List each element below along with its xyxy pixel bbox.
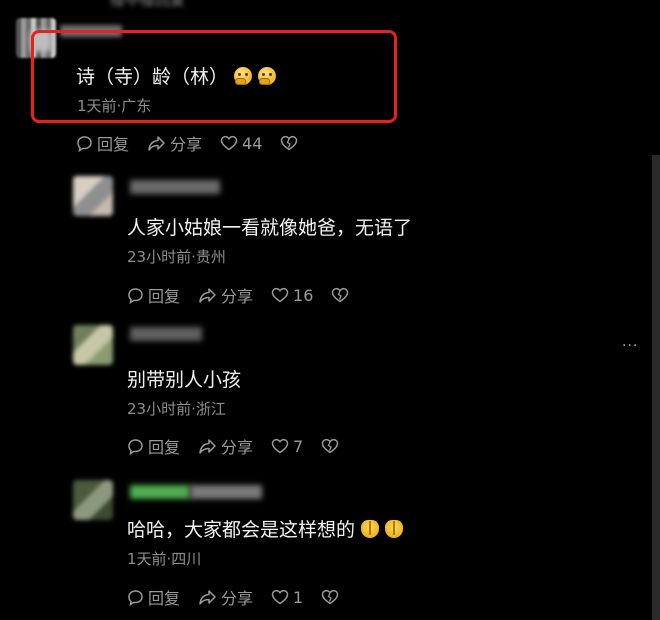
reply-label: 回复	[97, 135, 130, 154]
broken-heart-icon	[321, 438, 339, 454]
reply-button[interactable]: 回复	[127, 585, 180, 609]
scrollbar[interactable]	[652, 155, 660, 620]
like-button[interactable]: 1	[271, 588, 303, 607]
reply-icon	[128, 589, 143, 606]
reply-icon	[128, 438, 143, 455]
reply-label: 回复	[148, 589, 181, 608]
comment-meta: 1天前·广东	[77, 97, 152, 115]
reply-button[interactable]: 回复	[127, 283, 180, 307]
reply-button[interactable]: 回复	[127, 434, 180, 458]
share-button[interactable]: 分享	[198, 283, 253, 307]
comment-text: 别带别人小孩	[127, 369, 242, 391]
share-icon	[199, 287, 216, 303]
dislike-button[interactable]	[321, 438, 343, 454]
share-button[interactable]: 分享	[198, 585, 253, 609]
comment-text: 人家小姑娘一看就像她爸，无语了	[127, 217, 413, 239]
reply-button[interactable]: 回复	[76, 131, 129, 155]
reply-label: 回复	[148, 438, 181, 457]
reply-icon	[128, 287, 143, 304]
share-icon	[199, 438, 216, 454]
heart-icon	[271, 438, 289, 454]
comment-actions: 回复 分享 16	[127, 283, 371, 307]
share-label: 分享	[170, 135, 203, 154]
comment-meta: 23小时前·浙江	[127, 400, 226, 418]
clapping-hands-icon	[385, 520, 404, 538]
like-button[interactable]: 7	[271, 437, 303, 456]
broken-heart-icon	[321, 589, 339, 605]
previous-comment-fragment: 楼中楼回复	[110, 0, 186, 9]
more-options-icon[interactable]: ···	[622, 338, 638, 354]
dislike-button[interactable]	[280, 135, 302, 151]
like-count: 1	[293, 587, 304, 607]
share-icon	[148, 135, 165, 151]
like-count: 16	[293, 285, 314, 305]
dislike-button[interactable]	[321, 589, 343, 605]
broken-heart-icon	[332, 287, 349, 303]
comment-text-content: 哈哈，大家都会是这样想的	[127, 519, 356, 541]
username-blurred[interactable]	[130, 180, 220, 194]
heart-icon	[271, 589, 289, 605]
username-blurred[interactable]	[130, 327, 202, 341]
like-button[interactable]: 44	[220, 134, 262, 153]
username-blurred[interactable]	[130, 485, 190, 499]
like-count: 44	[242, 133, 263, 153]
thinking-face-icon	[258, 67, 277, 85]
comment-meta: 23小时前·贵州	[127, 248, 226, 266]
like-button[interactable]: 16	[271, 286, 313, 305]
share-label: 分享	[221, 287, 254, 306]
avatar[interactable]	[73, 325, 113, 365]
comment-text: 哈哈，大家都会是这样想的	[127, 515, 404, 542]
broken-heart-icon	[281, 135, 298, 151]
heart-icon	[271, 287, 289, 303]
reply-icon	[77, 135, 92, 152]
comment-text-content: 诗（寺）龄（林）	[76, 66, 229, 88]
share-button[interactable]: 分享	[147, 131, 202, 155]
comment-actions: 回复 分享 7	[127, 434, 361, 458]
clapping-hands-icon	[361, 520, 380, 538]
share-button[interactable]: 分享	[198, 434, 253, 458]
reply-label: 回复	[148, 287, 181, 306]
like-count: 7	[293, 436, 304, 456]
share-label: 分享	[221, 589, 254, 608]
comment-actions: 回复 分享 44	[76, 131, 320, 155]
comment-meta: 1天前·四川	[127, 550, 202, 568]
avatar[interactable]	[73, 176, 113, 216]
comment-text: 诗（寺）龄（林）	[76, 62, 277, 89]
dislike-button[interactable]	[331, 287, 353, 303]
heart-icon	[220, 135, 238, 151]
share-icon	[199, 589, 216, 605]
thinking-face-icon	[234, 67, 253, 85]
comment-actions: 回复 分享 1	[127, 585, 361, 609]
username-blurred[interactable]	[190, 485, 262, 499]
avatar[interactable]	[73, 480, 113, 520]
share-label: 分享	[221, 438, 254, 457]
